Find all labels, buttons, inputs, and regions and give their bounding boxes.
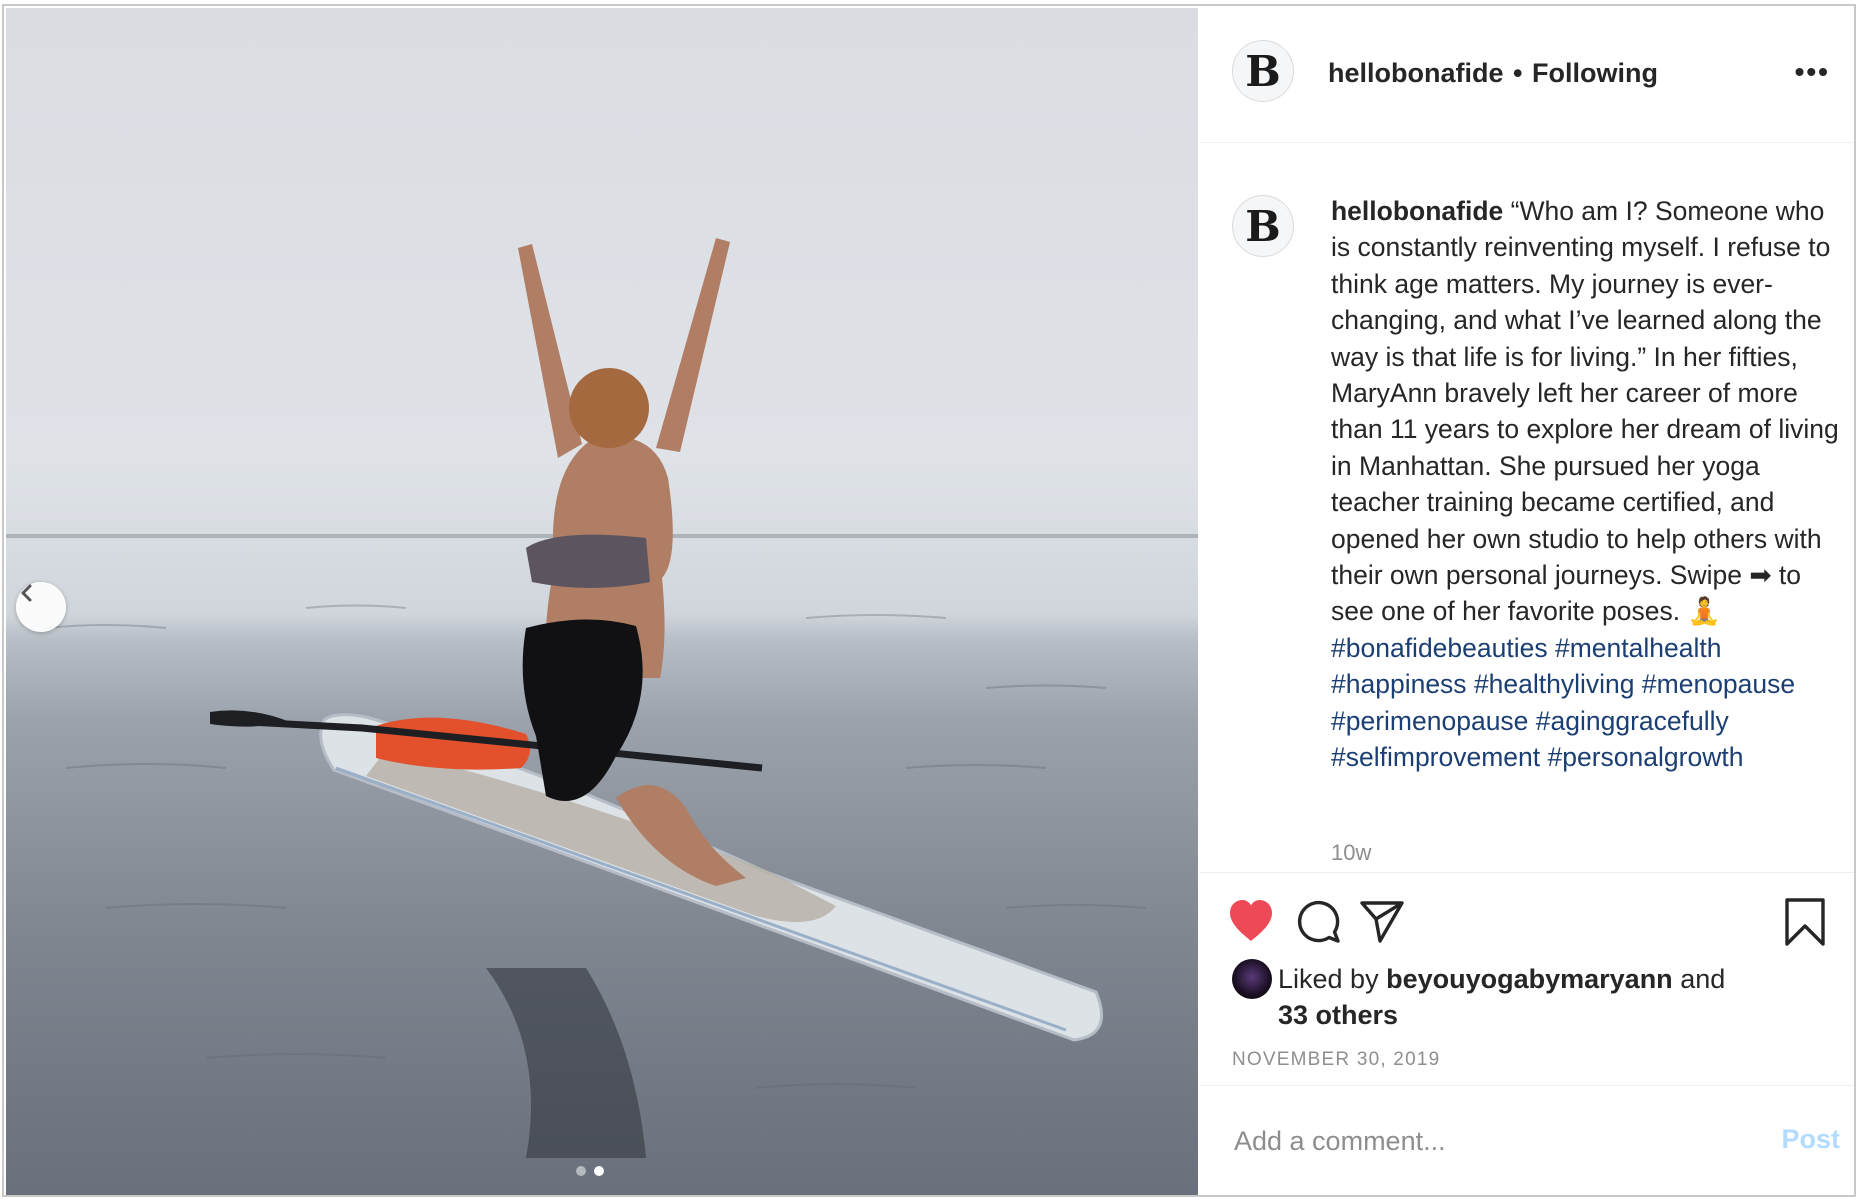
- caption-section: B hellobonafide “Who am I? Someone who i…: [1200, 143, 1854, 871]
- comment-icon[interactable]: [1294, 897, 1342, 945]
- hashtag-link[interactable]: #aginggracefully: [1536, 706, 1729, 736]
- header-username[interactable]: hellobonafide: [1328, 58, 1504, 88]
- comment-bar: Post: [1200, 1085, 1854, 1196]
- liker-username[interactable]: beyouyogabymaryann: [1386, 964, 1673, 994]
- hashtag-link[interactable]: #bonafidebeauties: [1331, 633, 1548, 663]
- caption-text-block: hellobonafide “Who am I? Someone who is …: [1331, 193, 1841, 776]
- share-icon[interactable]: [1358, 897, 1406, 945]
- follow-status-button[interactable]: Following: [1532, 58, 1658, 88]
- comment-input[interactable]: [1232, 1120, 1716, 1162]
- post-actions: Liked by beyouyogabymaryann and 33 other…: [1200, 872, 1854, 1085]
- carousel-dot: [576, 1166, 586, 1176]
- liker-avatar[interactable]: [1232, 959, 1272, 999]
- likes-text: Liked by beyouyogabymaryann and 33 other…: [1278, 961, 1838, 1033]
- post-header: B hellobonafide • Following •••: [1200, 8, 1854, 143]
- header-separator: •: [1513, 58, 1523, 88]
- hashtag-link[interactable]: #personalgrowth: [1548, 742, 1744, 772]
- hashtag-link[interactable]: #happiness: [1331, 669, 1467, 699]
- profile-avatar[interactable]: B: [1232, 40, 1294, 102]
- hashtag-link[interactable]: #selfimprovement: [1331, 742, 1540, 772]
- bookmark-icon[interactable]: [1782, 897, 1828, 947]
- post-dialog: B hellobonafide • Following ••• B hellob…: [2, 4, 1856, 1197]
- chevron-left-icon: [21, 584, 32, 602]
- header-user-line: hellobonafide • Following: [1328, 58, 1658, 89]
- post-photo[interactable]: [6, 8, 1198, 1195]
- likes-others-link[interactable]: 33 others: [1278, 1000, 1398, 1030]
- post-date[interactable]: NOVEMBER 30, 2019: [1232, 1049, 1440, 1071]
- carousel-dot-active: [594, 1166, 604, 1176]
- post-side-panel: B hellobonafide • Following ••• B hellob…: [1200, 8, 1854, 1195]
- hashtag-link[interactable]: #mentalhealth: [1555, 633, 1721, 663]
- hashtag-link[interactable]: #perimenopause: [1331, 706, 1528, 736]
- hashtag-link[interactable]: #menopause: [1642, 669, 1795, 699]
- caption-username[interactable]: hellobonafide: [1331, 196, 1503, 226]
- likes-and: and: [1680, 964, 1726, 994]
- post-age[interactable]: 10w: [1331, 840, 1371, 866]
- more-options-icon[interactable]: •••: [1795, 56, 1830, 88]
- post-comment-button[interactable]: Post: [1781, 1124, 1840, 1155]
- carousel-indicator: [576, 1166, 604, 1176]
- hashtag-list: #bonafidebeauties #mentalhealth #happine…: [1331, 633, 1795, 772]
- caption-body: “Who am I? Someone who is constantly rei…: [1331, 196, 1839, 627]
- heart-filled-icon[interactable]: [1226, 897, 1276, 945]
- carousel-prev-button[interactable]: [16, 582, 66, 632]
- caption-avatar[interactable]: B: [1232, 195, 1294, 257]
- hashtag-link[interactable]: #healthyliving: [1474, 669, 1635, 699]
- photo-illustration: [6, 238, 1198, 1158]
- likes-prefix: Liked by: [1278, 964, 1379, 994]
